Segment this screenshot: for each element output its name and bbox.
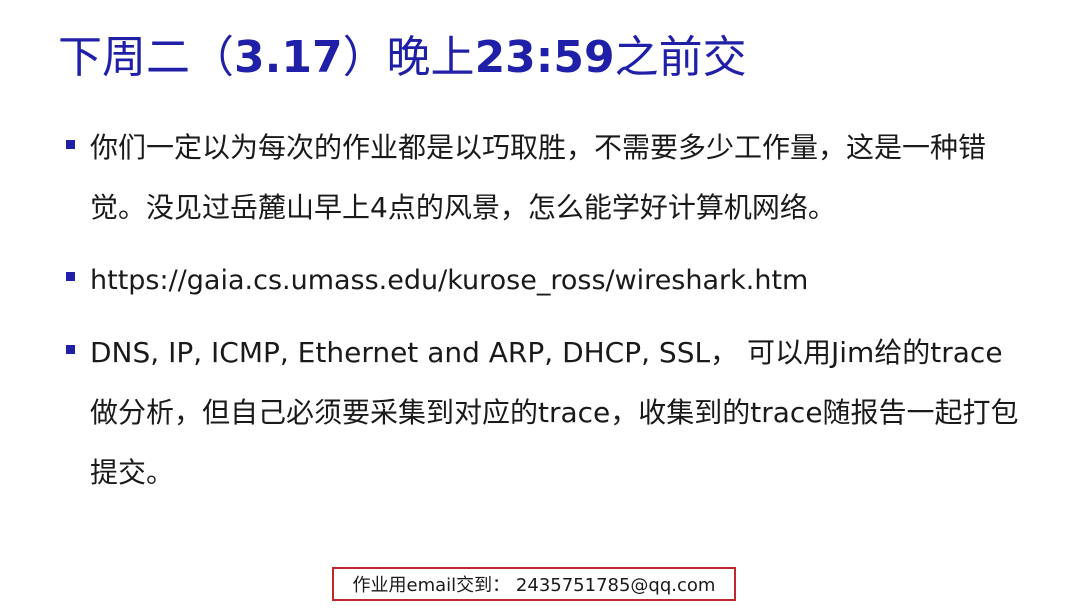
bullet-marker-icon <box>66 140 75 149</box>
bullet-marker-icon <box>66 345 75 354</box>
bullet-text: DNS, IP, ICMP, Ethernet and ARP, DHCP, S… <box>90 336 1019 489</box>
title-time: 23:59 <box>474 32 615 83</box>
title-prefix: 下周二（ <box>58 32 234 83</box>
submission-email-box: 作业用email交到： 2435751785@qq.com <box>332 567 736 601</box>
slide-title: 下周二（3.17）晚上23:59之前交 <box>58 28 747 88</box>
slide: 下周二（3.17）晚上23:59之前交 你们一定以为每次的作业都是以巧取胜，不需… <box>0 0 1079 611</box>
title-suffix: 之前交 <box>614 32 747 83</box>
bullet-item: https://gaia.cs.umass.edu/kurose_ross/wi… <box>66 250 1026 311</box>
bullet-item: DNS, IP, ICMP, Ethernet and ARP, DHCP, S… <box>66 323 1026 503</box>
bullet-item: 你们一定以为每次的作业都是以巧取胜，不需要多少工作量，这是一种错觉。没见过岳麓山… <box>66 118 1026 238</box>
title-middle: ）晚上 <box>342 32 475 83</box>
bullet-list: 你们一定以为每次的作业都是以巧取胜，不需要多少工作量，这是一种错觉。没见过岳麓山… <box>66 118 1026 503</box>
title-date: 3.17 <box>234 32 343 83</box>
bullet-text: 你们一定以为每次的作业都是以巧取胜，不需要多少工作量，这是一种错觉。没见过岳麓山… <box>90 131 987 224</box>
wireshark-link[interactable]: https://gaia.cs.umass.edu/kurose_ross/wi… <box>90 265 808 296</box>
bullet-marker-icon <box>66 272 75 281</box>
submission-email-text: 作业用email交到： 2435751785@qq.com <box>352 575 716 596</box>
